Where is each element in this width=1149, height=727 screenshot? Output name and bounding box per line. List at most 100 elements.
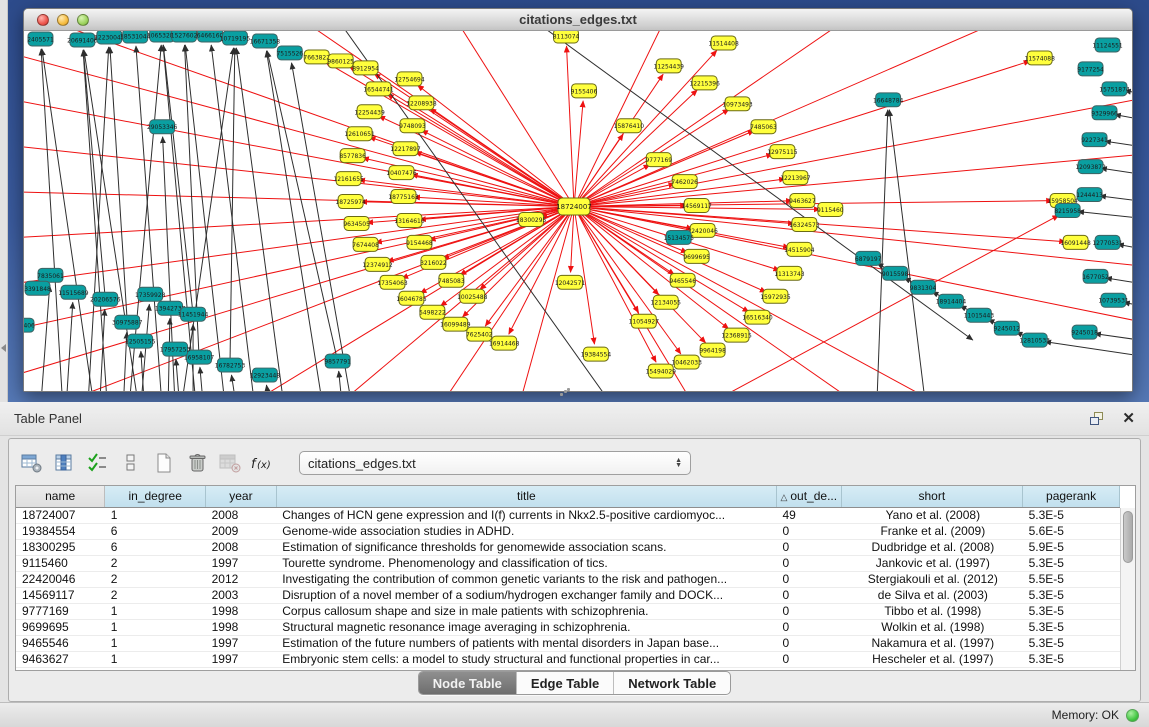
float-panel-icon[interactable]	[1090, 412, 1106, 426]
table-row[interactable]: 977716911998Corpus callosum shape and si…	[16, 603, 1120, 619]
table-cell[interactable]: Structural magnetic resonance image aver…	[276, 619, 776, 635]
scrollbar-thumb[interactable]	[1123, 511, 1133, 563]
table-cell[interactable]: 9463627	[16, 651, 105, 667]
graph-edge[interactable]	[1099, 196, 1132, 207]
graph-edge[interactable]	[83, 50, 105, 299]
table-cell[interactable]: 6	[105, 539, 206, 555]
table-cell[interactable]: 18300295	[16, 539, 105, 555]
graph-edge[interactable]	[231, 375, 242, 391]
table-cell[interactable]: 1	[105, 619, 206, 635]
table-cell[interactable]: 9699695	[16, 619, 105, 635]
create-column-icon[interactable]	[149, 449, 179, 477]
table-cell[interactable]: 2009	[206, 523, 277, 539]
function-builder-icon[interactable]: f(x)	[248, 449, 278, 477]
graph-edge[interactable]	[574, 207, 656, 363]
graph-edge[interactable]	[63, 302, 72, 391]
table-cell[interactable]: 5.3E-5	[1023, 555, 1120, 571]
graph-edge[interactable]	[1105, 278, 1132, 290]
table-row[interactable]: 1938455462009Genome-wide association stu…	[16, 523, 1120, 539]
table-cell[interactable]: 0	[777, 555, 842, 571]
table-row[interactable]: 946554611997Estimation of the future num…	[16, 635, 1120, 651]
table-cell[interactable]: Disruption of a novel member of a sodium…	[276, 587, 776, 603]
graph-edge[interactable]	[200, 367, 207, 391]
graph-edge[interactable]	[267, 51, 338, 361]
table-cell[interactable]: Tibbo et al. (1998)	[841, 603, 1023, 619]
table-cell[interactable]: 1	[105, 651, 206, 667]
graph-edge[interactable]	[24, 207, 574, 291]
table-cell[interactable]: 22420046	[16, 571, 105, 587]
table-cell[interactable]: 18724007	[16, 507, 105, 523]
table-cell[interactable]: 5.5E-5	[1023, 571, 1120, 587]
column-header-in_degree[interactable]: in_degree	[105, 486, 206, 507]
collapse-panel-arrow-icon[interactable]	[1, 344, 6, 352]
column-checklist-icon[interactable]	[83, 449, 113, 477]
table-cell[interactable]: Estimation of significance thresholds fo…	[276, 539, 776, 555]
table-cell[interactable]: Changes of HCN gene expression and I(f) …	[276, 507, 776, 523]
column-header-title[interactable]: title	[276, 486, 776, 507]
table-cell[interactable]: 9777169	[16, 603, 105, 619]
graph-edge[interactable]	[521, 31, 973, 340]
vertical-scrollbar[interactable]	[1120, 508, 1135, 671]
table-cell[interactable]: 1998	[206, 603, 277, 619]
table-cell[interactable]: Hescheler et al. (1997)	[841, 651, 1023, 667]
table-cell[interactable]: 0	[777, 635, 842, 651]
table-cell[interactable]: Estimation of the future numbers of pati…	[276, 635, 776, 651]
table-row[interactable]: 946362711997Embryonic stem cells: a mode…	[16, 651, 1120, 667]
table-cell[interactable]: 2	[105, 555, 206, 571]
graph-edge[interactable]	[1094, 334, 1132, 347]
table-row[interactable]: 1456911722003Disruption of a novel membe…	[16, 587, 1120, 603]
graph-edge[interactable]	[574, 207, 1132, 271]
column-header-out_de[interactable]: △out_de...	[777, 486, 842, 507]
column-header-name[interactable]: name	[16, 486, 105, 507]
graph-edge[interactable]	[24, 207, 574, 341]
table-cell[interactable]: 1	[105, 603, 206, 619]
table-cell[interactable]: 5.3E-5	[1023, 619, 1120, 635]
graph-edge[interactable]	[236, 48, 290, 391]
network-window-titlebar[interactable]: citations_edges.txt	[24, 9, 1132, 31]
row-height-icon[interactable]	[116, 449, 146, 477]
delete-column-icon[interactable]	[182, 449, 212, 477]
graph-edge[interactable]	[163, 45, 193, 314]
table-cell[interactable]: Investigating the contribution of common…	[276, 571, 776, 587]
table-row[interactable]: 2242004622012Investigating the contribut…	[16, 571, 1120, 587]
graph-edge[interactable]	[24, 41, 574, 207]
graph-edge[interactable]	[444, 31, 574, 207]
table-cell[interactable]: 0	[777, 651, 842, 667]
table-cell[interactable]: 0	[777, 587, 842, 603]
table-cell[interactable]: 1	[105, 507, 206, 523]
table-cell[interactable]: 6	[105, 523, 206, 539]
table-cell[interactable]: 5.3E-5	[1023, 635, 1120, 651]
tab-network-table[interactable]: Network Table	[614, 672, 730, 694]
graph-edge[interactable]	[83, 50, 110, 391]
table-cell[interactable]: Dudbridge et al. (2008)	[841, 539, 1023, 555]
graph-edge[interactable]	[38, 285, 50, 391]
table-cell[interactable]: 2008	[206, 539, 277, 555]
table-cell[interactable]: 9115460	[16, 555, 105, 571]
table-cell[interactable]: 5.3E-5	[1023, 507, 1120, 523]
graph-edge[interactable]	[566, 46, 574, 207]
table-cell[interactable]: 5.3E-5	[1023, 587, 1120, 603]
graph-edge[interactable]	[421, 130, 574, 206]
graph-edge[interactable]	[211, 45, 260, 391]
table-cell[interactable]: Corpus callosum shape and size in male p…	[276, 603, 776, 619]
table-cell[interactable]: 0	[777, 603, 842, 619]
graph-edge[interactable]	[875, 110, 888, 391]
table-cell[interactable]: 0	[777, 523, 842, 539]
graph-edge[interactable]	[41, 49, 65, 391]
column-visibility-icon[interactable]	[50, 449, 80, 477]
table-cell[interactable]: 5.3E-5	[1023, 603, 1120, 619]
network-window[interactable]: citations_edges.txt 18724007766382298601…	[23, 8, 1133, 392]
table-cell[interactable]: 2	[105, 571, 206, 587]
table-cell[interactable]: Wolkin et al. (1998)	[841, 619, 1023, 635]
table-cell[interactable]: 1997	[206, 555, 277, 571]
west-panel-splitter[interactable]	[0, 0, 8, 402]
table-row[interactable]: 911546021997Tourette syndrome. Phenomeno…	[16, 555, 1120, 571]
table-cell[interactable]: de Silva et al. (2003)	[841, 587, 1023, 603]
table-cell[interactable]: Stergiakouli et al. (2012)	[841, 571, 1023, 587]
table-cell[interactable]: 1997	[206, 651, 277, 667]
table-row[interactable]: 1872400712008Changes of HCN gene express…	[16, 507, 1120, 523]
table-cell[interactable]: 19384554	[16, 523, 105, 539]
graph-edge[interactable]	[176, 359, 183, 391]
table-cell[interactable]: 1997	[206, 635, 277, 651]
table-cell[interactable]: 0	[777, 571, 842, 587]
